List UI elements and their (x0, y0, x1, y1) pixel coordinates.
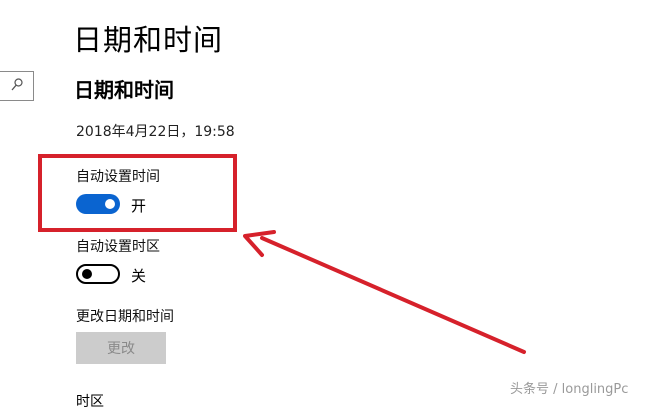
watermark: 头条号 / longlingPc (510, 382, 629, 397)
annotation-arrow-icon (243, 230, 526, 354)
